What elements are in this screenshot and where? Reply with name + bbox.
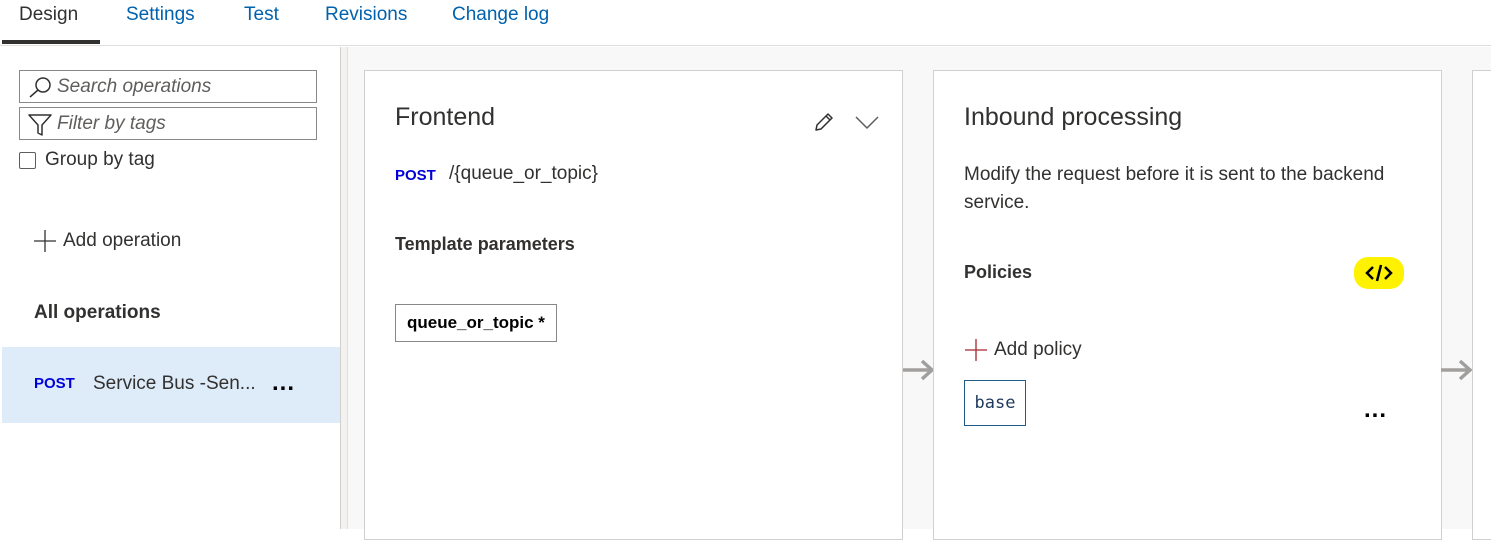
frontend-method-badge: POST — [395, 167, 436, 184]
search-input[interactable] — [57, 74, 307, 99]
code-editor-button[interactable] — [1354, 257, 1404, 289]
plus-icon — [965, 339, 987, 361]
all-operations-heading[interactable]: All operations — [34, 302, 161, 324]
add-policy-button[interactable]: Add policy — [964, 338, 1082, 362]
template-parameter-chip[interactable]: queue_or_topic * — [395, 304, 557, 342]
tab-change-log[interactable]: Change log — [452, 4, 549, 26]
chevron-down-icon[interactable] — [854, 113, 880, 131]
add-operation-label: Add operation — [63, 230, 182, 251]
base-policy-element[interactable]: base — [964, 380, 1026, 426]
operation-item[interactable]: POST Service Bus -Sen... ... — [2, 347, 340, 423]
tab-settings[interactable]: Settings — [126, 4, 195, 26]
filter-tags-field[interactable] — [19, 107, 317, 140]
pencil-icon[interactable] — [812, 110, 836, 134]
policies-heading: Policies — [964, 262, 1033, 282]
method-badge: POST — [34, 375, 75, 392]
inbound-description: Modify the request before it is sent to … — [964, 164, 1385, 213]
operation-name: Service Bus -Sen... — [93, 373, 256, 394]
template-parameters-heading: Template parameters — [395, 234, 575, 254]
more-options-button[interactable]: ... — [272, 369, 295, 397]
add-policy-label: Add policy — [994, 339, 1082, 360]
tab-bar: Design Settings Test Revisions Change lo… — [0, 0, 1491, 46]
add-operation-button[interactable]: Add operation — [33, 229, 181, 253]
tab-design[interactable]: Design — [19, 4, 78, 26]
flow-arrow-icon — [1441, 359, 1473, 381]
flow-arrow-icon — [903, 359, 935, 381]
filter-icon — [28, 114, 52, 136]
active-tab-indicator — [2, 40, 100, 44]
group-by-tag-checkbox[interactable] — [19, 151, 36, 169]
search-operations-field[interactable] — [19, 70, 317, 103]
code-icon — [1365, 264, 1393, 282]
backend-card — [1472, 70, 1491, 540]
search-icon — [29, 77, 51, 98]
policy-more-options-button[interactable]: ... — [1364, 396, 1387, 424]
group-by-tag-label: Group by tag — [45, 149, 155, 170]
group-by-tag-row[interactable]: Group by tag — [19, 149, 155, 171]
panel-splitter[interactable] — [341, 47, 348, 529]
filter-input[interactable] — [57, 111, 307, 136]
frontend-title: Frontend — [395, 103, 496, 131]
tab-test[interactable]: Test — [244, 4, 279, 26]
inbound-processing-card: Inbound processing Modify the request be… — [933, 70, 1442, 540]
tab-revisions[interactable]: Revisions — [325, 4, 407, 26]
inbound-title: Inbound processing — [964, 103, 1183, 131]
plus-icon — [34, 230, 56, 252]
frontend-card: Frontend POST /{queue_or_topic} Template… — [364, 70, 903, 540]
frontend-url-path: /{queue_or_topic} — [449, 163, 598, 184]
